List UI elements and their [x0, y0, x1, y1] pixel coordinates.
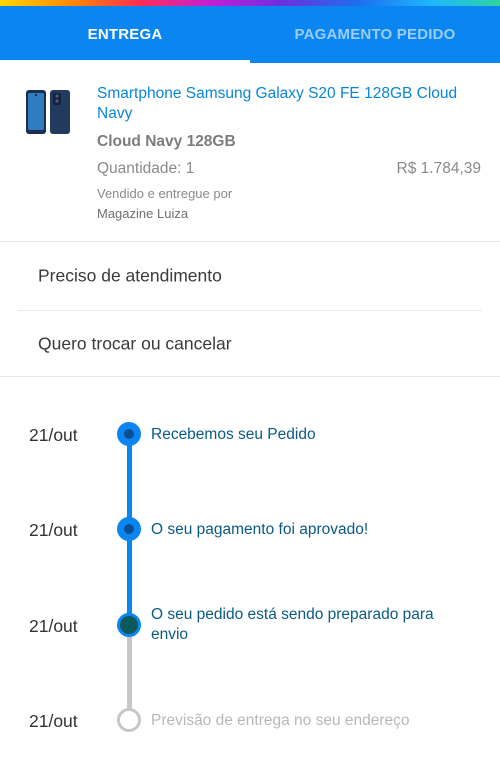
timeline-label: Recebemos seu Pedido [151, 426, 316, 443]
timeline-label: O seu pagamento foi aprovado! [151, 521, 369, 538]
timeline-step-dot [117, 422, 141, 446]
product-variant: Cloud Navy 128GB [97, 133, 236, 150]
timeline-date: 21/out [29, 711, 78, 731]
tab-bar: ENTREGA PAGAMENTO PEDIDO [0, 6, 500, 63]
timeline-pending-line [127, 628, 132, 719]
timeline-pending-step-dot [117, 708, 141, 732]
timeline-step-dot [117, 517, 141, 541]
product-quantity: Quantidade: 1 [97, 160, 195, 177]
menu-item-preciso-de-atendimento[interactable]: Preciso de atendimento [0, 243, 500, 309]
menu-item-label: Preciso de atendimento [38, 265, 222, 286]
timeline-date: 21/out [29, 616, 78, 636]
sold-by-label: Vendido e entregue por [97, 186, 233, 201]
seller-name: Magazine Luiza [97, 206, 189, 221]
product-price: R$ 1.784,39 [396, 160, 481, 177]
product-name-link[interactable]: Smartphone Samsung Galaxy S20 FE 128GB C… [97, 84, 487, 124]
timeline-date: 21/out [29, 520, 78, 540]
tab-entrega[interactable]: ENTREGA [0, 6, 250, 63]
timeline-label: O seu pedido está sendo preparado para e… [151, 606, 434, 643]
menu-item-label: Quero trocar ou cancelar [38, 333, 232, 354]
menu-item-quero-trocar-ou-cancelar[interactable]: Quero trocar ou cancelar [0, 311, 500, 377]
timeline-label: Previsão de entrega no seu endereço [151, 712, 410, 729]
tab-pagamento-pedido[interactable]: PAGAMENTO PEDIDO [250, 6, 500, 63]
smartphone-image [26, 90, 70, 134]
order-timeline: 21/out Recebemos seu Pedido 21/out O seu… [0, 377, 500, 763]
timeline-current-step-dot [117, 613, 141, 637]
timeline-date: 21/out [29, 425, 78, 445]
divider [0, 241, 500, 242]
